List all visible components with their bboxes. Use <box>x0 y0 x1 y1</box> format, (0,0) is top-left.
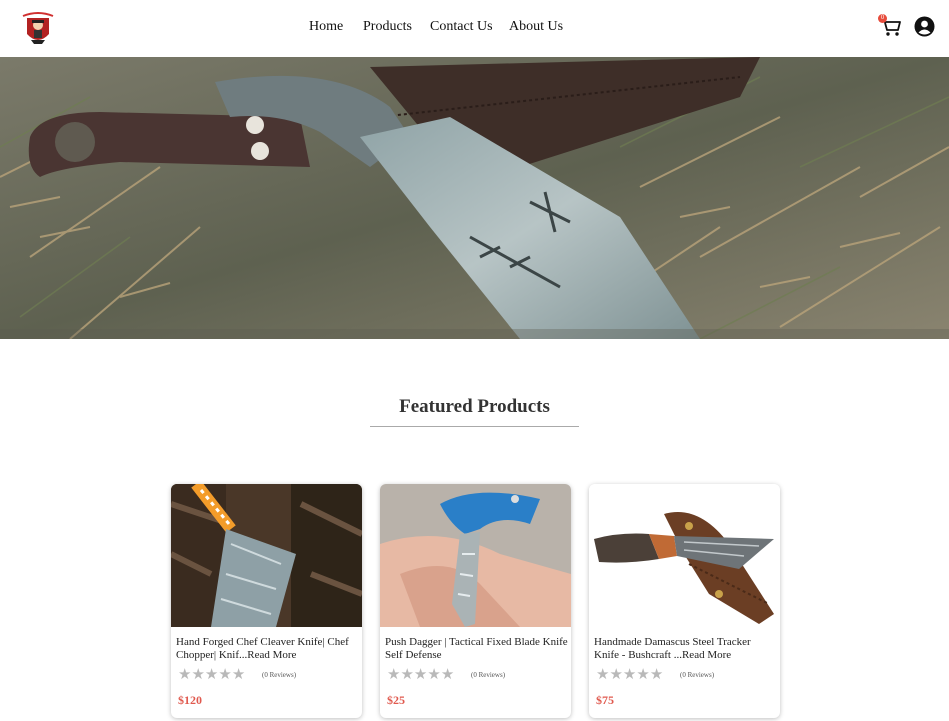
product-card-push-dagger[interactable]: Push Dagger | Tactical Fixed Blade Knife… <box>380 484 571 718</box>
star-icon: ★ <box>387 665 401 683</box>
cart-button[interactable]: 0 <box>878 14 902 37</box>
star-rating: ★★★★★ <box>387 667 454 682</box>
hero-knife-image <box>0 57 949 339</box>
star-icon: ★ <box>218 665 232 683</box>
product-price: $120 <box>178 693 202 707</box>
star-icon: ★ <box>204 665 219 683</box>
product-image-tracker-knife[interactable] <box>589 484 780 627</box>
star-icon: ★ <box>596 665 610 683</box>
review-count: (0 Reviews) <box>262 671 297 679</box>
heading-divider <box>370 426 579 427</box>
star-icon: ★ <box>413 665 428 683</box>
nav-products[interactable]: Products <box>363 19 412 35</box>
product-name[interactable]: Push Dagger | Tactical Fixed Blade Knife… <box>385 636 568 662</box>
product-card-cleaver[interactable]: Hand Forged Chef Cleaver Knife| Chef Cho… <box>171 484 362 718</box>
hero-banner <box>0 57 949 339</box>
user-circle-icon <box>914 16 935 37</box>
star-icon: ★ <box>191 665 205 683</box>
site-header: Home Products Contact Us About Us 0 <box>0 0 949 57</box>
star-icon: ★ <box>649 665 664 683</box>
star-icon: ★ <box>231 665 246 683</box>
review-count: (0 Reviews) <box>680 671 715 679</box>
nav-contact-us[interactable]: Contact Us <box>430 19 493 35</box>
star-rating: ★★★★★ <box>178 667 245 682</box>
main-nav: Home Products Contact Us About Us <box>0 0 949 57</box>
product-image-push-dagger[interactable] <box>380 484 571 627</box>
star-icon: ★ <box>609 665 623 683</box>
star-rating: ★★★★★ <box>596 667 663 682</box>
star-icon: ★ <box>427 665 441 683</box>
product-price: $75 <box>596 693 614 707</box>
star-icon: ★ <box>636 665 650 683</box>
nav-about-us[interactable]: About Us <box>509 19 563 35</box>
product-name[interactable]: Hand Forged Chef Cleaver Knife| Chef Cho… <box>176 636 359 662</box>
star-icon: ★ <box>400 665 414 683</box>
star-icon: ★ <box>440 665 455 683</box>
product-name[interactable]: Handmade Damascus Steel Tracker Knife - … <box>594 636 777 662</box>
review-count: (0 Reviews) <box>471 671 506 679</box>
star-icon: ★ <box>178 665 192 683</box>
star-icon: ★ <box>622 665 637 683</box>
cart-count-badge: 0 <box>878 14 887 23</box>
user-account-button[interactable] <box>914 16 935 37</box>
featured-products-heading: Featured Products <box>399 396 550 417</box>
product-price: $25 <box>387 693 405 707</box>
product-image-cleaver[interactable] <box>171 484 362 627</box>
nav-home[interactable]: Home <box>309 19 343 35</box>
product-card-tracker-knife[interactable]: Handmade Damascus Steel Tracker Knife - … <box>589 484 780 718</box>
